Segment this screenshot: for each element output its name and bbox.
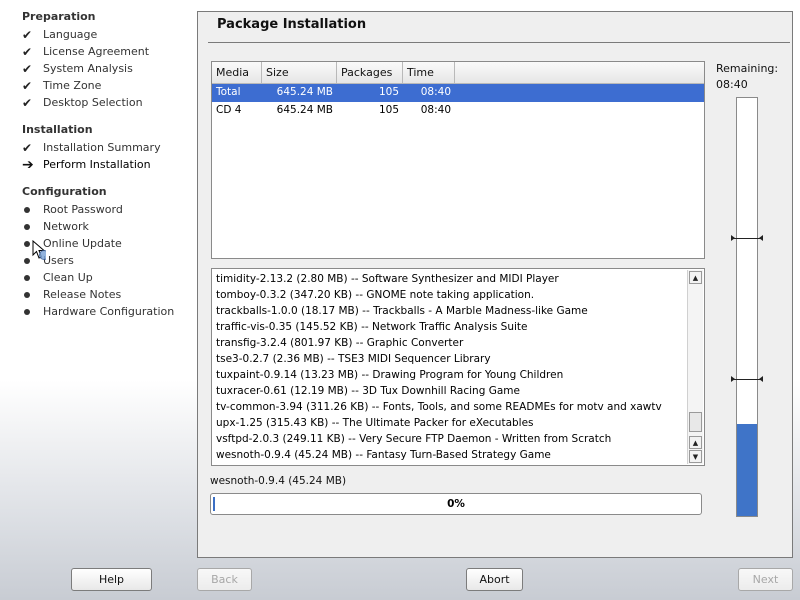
current-package-label: wesnoth-0.9.4 (45.24 MB) (210, 475, 347, 487)
cell-size: 645.24 MB (276, 104, 333, 116)
media-divider-marker (731, 235, 763, 241)
check-icon: ✔ (22, 95, 33, 110)
package-log-lines: timidity-2.13.2 (2.80 MB) -- Software Sy… (216, 271, 686, 463)
step-root-password: Root Password (22, 201, 123, 218)
bullet-icon (24, 206, 30, 213)
step-perform-installation: ➔ Perform Installation (22, 156, 151, 173)
column-header-packages[interactable]: Packages (337, 62, 403, 83)
media-table[interactable]: Media Size Packages Time Total 645.24 MB… (211, 61, 705, 259)
title-divider (208, 42, 790, 43)
check-icon: ✔ (22, 27, 33, 42)
bullet-icon (24, 291, 30, 298)
next-button[interactable]: Next (738, 568, 793, 591)
check-icon: ✔ (22, 61, 33, 76)
step-installation-summary: ✔ Installation Summary (22, 140, 161, 155)
cell-packages: 105 (378, 104, 399, 116)
check-icon: ✔ (22, 78, 33, 93)
column-header-size[interactable]: Size (262, 62, 337, 83)
log-line: vsftpd-2.0.3 (249.11 KB) -- Very Secure … (216, 433, 612, 445)
log-line: timidity-2.13.2 (2.80 MB) -- Software Sy… (216, 273, 559, 285)
bullet-icon (24, 274, 30, 281)
scroll-up-button[interactable]: ▲ (689, 271, 702, 284)
help-button[interactable]: Help (71, 568, 152, 591)
step-users: Users (22, 252, 74, 269)
package-installation-panel: Package Installation Media Size Packages… (197, 11, 793, 558)
log-line: transfig-3.2.4 (801.97 KB) -- Graphic Co… (216, 337, 464, 349)
log-line: wesnoth-0.9.4 (45.24 MB) -- Fantasy Turn… (216, 449, 551, 461)
package-progress-bar: 0% (210, 493, 702, 515)
table-header: Media Size Packages Time (212, 62, 704, 84)
table-row[interactable]: Total 645.24 MB 105 08:40 (212, 84, 704, 102)
section-title-installation: Installation (22, 123, 93, 136)
section-title-configuration: Configuration (22, 185, 107, 198)
package-log[interactable]: timidity-2.13.2 (2.80 MB) -- Software Sy… (211, 268, 705, 466)
triangle-up-icon: ▲ (692, 273, 699, 282)
bullet-icon (24, 223, 30, 230)
cell-time: 08:40 (420, 104, 451, 116)
scrollbar-thumb[interactable] (689, 412, 702, 432)
mouse-pointer-icon (32, 240, 46, 260)
log-line: tse3-0.2.7 (2.36 MB) -- TSE3 MIDI Sequen… (216, 353, 491, 365)
abort-button[interactable]: Abort (466, 568, 523, 591)
check-icon: ✔ (22, 44, 33, 59)
page-title: Package Installation (217, 17, 367, 32)
section-title-preparation: Preparation (22, 10, 96, 23)
cell-media: Total (216, 86, 241, 98)
sidebar: Preparation ✔ Language ✔ License Agreement… (0, 0, 196, 560)
scroll-down-button[interactable]: ▼ (689, 450, 702, 463)
step-hardware-configuration: Hardware Configuration (22, 303, 174, 320)
step-clean-up: Clean Up (22, 269, 93, 286)
log-line: trackballs-1.0.0 (18.17 MB) -- Trackball… (216, 305, 588, 317)
step-license-agreement: ✔ License Agreement (22, 44, 150, 59)
log-line: traffic-vis-0.35 (145.52 KB) -- Network … (216, 321, 528, 333)
cell-packages: 105 (378, 86, 399, 98)
bullet-icon (24, 308, 30, 315)
column-header-media[interactable]: Media (212, 62, 262, 83)
step-time-zone: ✔ Time Zone (22, 78, 102, 93)
bullet-icon (24, 257, 30, 264)
media-divider-marker (731, 376, 763, 382)
step-system-analysis: ✔ System Analysis (22, 61, 133, 76)
table-row[interactable]: CD 4 645.24 MB 105 08:40 (212, 102, 704, 120)
check-icon: ✔ (22, 140, 33, 155)
remaining-label: Remaining: (716, 62, 779, 75)
log-scrollbar[interactable]: ▲ ▲ ▼ (687, 270, 703, 464)
step-network: Network (22, 218, 89, 235)
log-line: upx-1.25 (315.43 KB) -- The Ultimate Pac… (216, 417, 534, 429)
column-header-time[interactable]: Time (403, 62, 455, 83)
scroll-up-button-lower[interactable]: ▲ (689, 436, 702, 449)
remaining-progress-fill (737, 424, 757, 516)
arrow-right-icon: ➔ (22, 156, 34, 173)
progress-percent: 0% (447, 498, 465, 510)
log-line: tomboy-0.3.2 (347.20 KB) -- GNOME note t… (216, 289, 535, 301)
step-language: ✔ Language (22, 27, 98, 42)
remaining-time: 08:40 (716, 78, 748, 91)
cell-time: 08:40 (420, 86, 451, 98)
cell-media: CD 4 (216, 104, 242, 116)
log-line: tuxpaint-0.9.14 (13.23 MB) -- Drawing Pr… (216, 369, 564, 381)
bullet-icon (24, 240, 30, 247)
log-line: tuxracer-0.61 (12.19 MB) -- 3D Tux Downh… (216, 385, 520, 397)
step-desktop-selection: ✔ Desktop Selection (22, 95, 143, 110)
cell-size: 645.24 MB (276, 86, 333, 98)
log-line: tv-common-3.94 (311.26 KB) -- Fonts, Too… (216, 401, 662, 413)
back-button[interactable]: Back (197, 568, 252, 591)
triangle-up-icon: ▲ (692, 438, 699, 447)
remaining-progress-bar (731, 97, 763, 517)
triangle-down-icon: ▼ (692, 452, 699, 461)
step-release-notes: Release Notes (22, 286, 121, 303)
